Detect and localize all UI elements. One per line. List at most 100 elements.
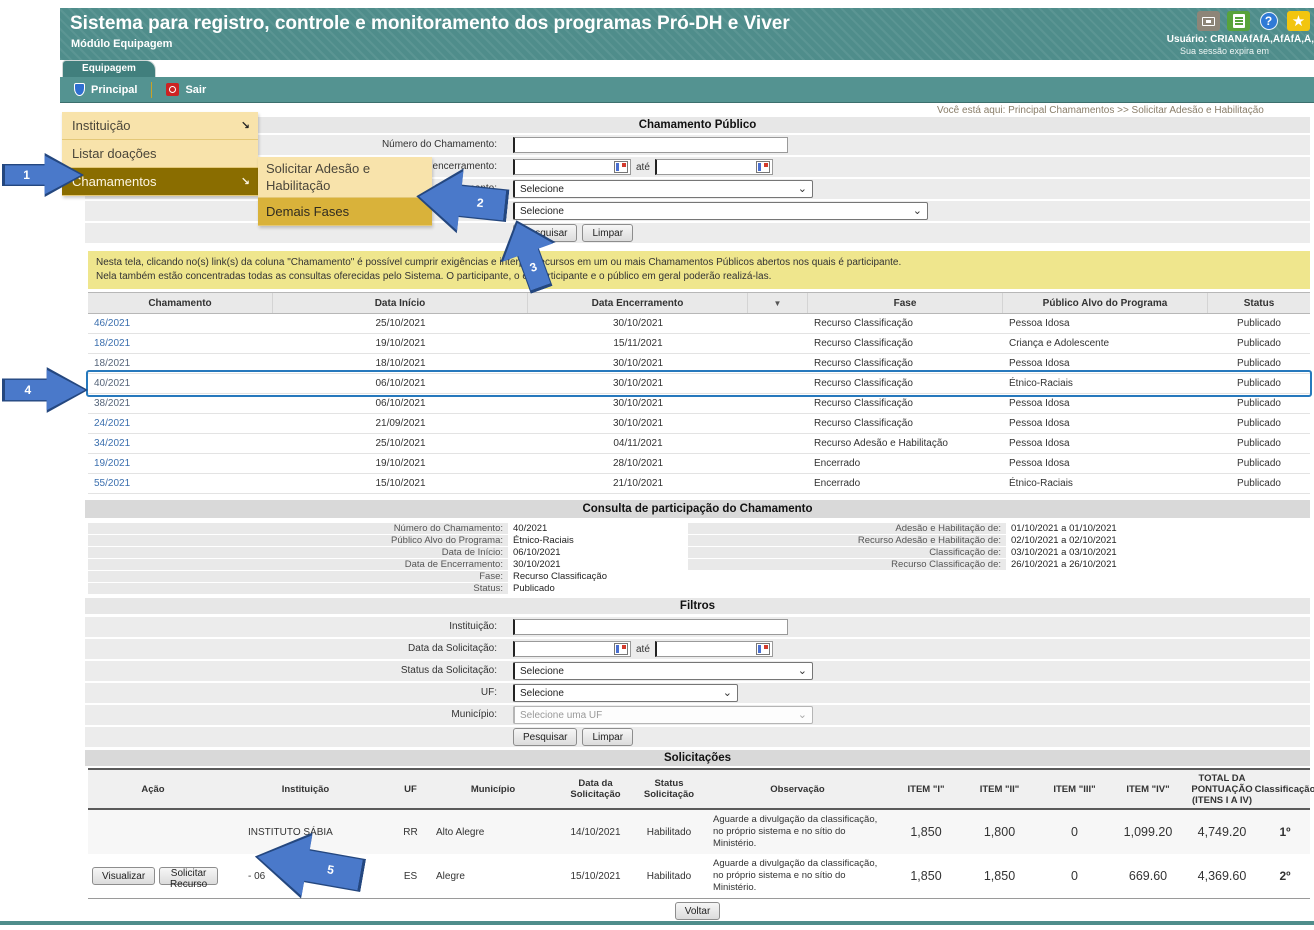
chamamento-link[interactable]: 46/2021 (94, 318, 130, 329)
menubar-sair[interactable]: Sair (152, 77, 220, 102)
manual-icon[interactable] (1227, 11, 1250, 31)
chevron-down-icon: ⌄ (797, 665, 807, 677)
detail-row: Classificação de: 03/10/2021 a 03/10/2021 (88, 547, 1310, 558)
uf-label: UF: (480, 687, 497, 698)
principal-label: Principal (91, 83, 138, 96)
breadcrumb: Você está aqui: Principal Chamamentos >>… (937, 105, 1264, 116)
table-row: 34/2021 25/10/2021 04/11/2021 Recurso Ad… (88, 434, 1310, 454)
menu-item-instituicao[interactable]: Instituição ↘ (62, 112, 258, 140)
limpar-button[interactable]: Limpar (582, 224, 634, 242)
chevron-down-icon: ⌄ (912, 205, 922, 217)
filter-row-municipio: Município: Selecione uma UF ⌄ (85, 705, 1310, 725)
uf-select[interactable]: Selecione ⌄ (513, 684, 738, 702)
fase-chamamento-select[interactable]: Selecione ⌄ (513, 202, 928, 220)
data-solicitacao-de-input[interactable] (513, 641, 631, 657)
sair-label: Sair (185, 83, 207, 96)
chamamento-link[interactable]: 34/2021 (94, 438, 130, 449)
menubar: Principal Sair (60, 77, 1314, 103)
col-chamamento[interactable]: Chamamento (88, 293, 273, 313)
calendar-icon[interactable] (614, 161, 628, 173)
col-data-encerramento[interactable]: Data Encerramento (528, 293, 748, 313)
app-title: Sistema para registro, controle e monito… (70, 13, 790, 34)
table-row-highlighted: 40/2021 06/10/2021 30/10/2021 Recurso Cl… (88, 374, 1310, 394)
chevron-down-icon: ⌄ (797, 709, 807, 721)
sort-indicator-icon[interactable]: ▼ (748, 293, 808, 313)
col-fase[interactable]: Fase (808, 293, 1003, 313)
calendar-icon[interactable] (755, 643, 770, 655)
col-data-inicio[interactable]: Data Início (273, 293, 528, 313)
submenu-arrow-icon: ↘ (240, 120, 250, 132)
instituicao-label: Instituição: (449, 621, 497, 632)
table-row: 55/2021 15/10/2021 21/10/2021 Encerrado … (88, 474, 1310, 494)
data-encerramento-de-input[interactable] (513, 159, 631, 175)
submenu-item-solicitar-adesao[interactable]: Solicitar Adesão e Habilitação (258, 157, 432, 198)
chamamento-link[interactable]: 19/2021 (94, 458, 130, 469)
menu-item-listar-doacoes[interactable]: Listar doações (62, 140, 258, 168)
filter-row-buttons: Pesquisar Limpar (85, 727, 1310, 747)
chamamento-link[interactable]: 40/2021 (94, 378, 130, 389)
chamamento-link[interactable]: 55/2021 (94, 478, 130, 489)
chamamento-publico-title: Chamamento Público (85, 117, 1310, 133)
solicitacoes-table-header: Ação Instituição UF Município Data da So… (88, 768, 1314, 810)
data-solicitacao-ate-input[interactable] (654, 641, 773, 657)
app-header: Sistema para registro, controle e monito… (60, 8, 1314, 60)
menu-item-chamamentos[interactable]: Chamamentos ↘ (62, 168, 258, 196)
footer-accent-line (0, 921, 1314, 925)
filter-row-instituicao: Instituição: (85, 617, 1310, 637)
visualizar-button[interactable]: Visualizar (92, 867, 156, 885)
submenu-item-demais-fases[interactable]: Demais Fases (258, 198, 432, 226)
detail-row: Recurso Classificação de: 26/10/2021 a 26… (88, 559, 1310, 570)
help-icon[interactable]: ? (1257, 11, 1280, 31)
tab-equipagem[interactable]: Equipagem (62, 60, 156, 77)
municipio-select[interactable]: Selecione uma UF ⌄ (513, 706, 813, 724)
filter-row-status: Status da Solicitação: Selecione ⌄ (85, 661, 1310, 681)
chamamentos-submenu: Solicitar Adesão e Habilitação Demais Fa… (258, 157, 432, 226)
ate-label: até (636, 161, 650, 173)
consulta-title: Consulta de participação do Chamamento (85, 500, 1310, 518)
menubar-principal[interactable]: Principal (60, 77, 151, 102)
form-row-numero: Número do Chamamento: (85, 135, 1310, 155)
ate-label: até (636, 643, 650, 655)
table-row: 19/2021 19/10/2021 28/10/2021 Encerrado … (88, 454, 1310, 474)
chamamento-link[interactable]: 24/2021 (94, 418, 130, 429)
info-banner: Nesta tela, clicando no(s) link(s) da co… (88, 251, 1310, 289)
chamamento-link[interactable]: 38/2021 (94, 398, 130, 409)
filtros-pesquisar-button[interactable]: Pesquisar (513, 728, 578, 746)
table-row: 24/2021 21/09/2021 30/10/2021 Recurso Cl… (88, 414, 1310, 434)
detail-row: Status: Publicado (88, 583, 1310, 594)
chamamento-link[interactable]: 18/2021 (94, 338, 130, 349)
col-publico-alvo[interactable]: Público Alvo do Programa (1003, 293, 1208, 313)
filtros-limpar-button[interactable]: Limpar (582, 728, 634, 746)
voltar-button[interactable]: Voltar (674, 902, 721, 920)
logout-icon (166, 83, 180, 96)
annotation-arrow-4: 4 (2, 364, 88, 416)
header-icon-bar: ? ★ (1197, 11, 1310, 31)
status-chamamento-select[interactable]: Selecione ⌄ (513, 180, 813, 198)
col-status[interactable]: Status (1208, 293, 1310, 313)
calendar-icon[interactable] (755, 161, 770, 173)
numero-chamamento-input[interactable] (513, 137, 788, 153)
data-encerramento-ate-input[interactable] (654, 159, 773, 175)
solicitar-recurso-button[interactable]: Solicitar Recurso (159, 867, 218, 890)
filter-row-uf: UF: Selecione ⌄ (85, 683, 1310, 703)
detail-row: Recurso Adesão e Habilitação de: 02/10/20… (88, 535, 1310, 546)
solicitacoes-table: Ação Instituição UF Município Data da So… (88, 768, 1314, 898)
table-row: 46/2021 25/10/2021 30/10/2021 Recurso Cl… (88, 314, 1310, 334)
municipio-label: Município: (451, 709, 497, 720)
favorites-star-icon[interactable]: ★ (1287, 11, 1310, 31)
submenu-arrow-icon: ↘ (240, 176, 250, 188)
chevron-down-icon: ⌄ (797, 183, 807, 195)
chamamentos-table: Chamamento Data Início Data Encerramento… (88, 292, 1310, 494)
form-row-buttons: Pesquisar Limpar (85, 223, 1310, 243)
chamamento-link[interactable]: 18/2021 (94, 358, 130, 369)
calendar-icon[interactable] (614, 643, 628, 655)
modules-icon[interactable] (1197, 11, 1220, 31)
table-row: INSTITUTO SÁBIA RR Alto Alegre 14/10/202… (88, 810, 1310, 854)
table-row: Visualizar Solicitar Recurso - 06 ES Ale… (88, 854, 1310, 898)
status-solicitacao-select[interactable]: Selecione ⌄ (513, 662, 813, 680)
shield-icon (74, 83, 85, 96)
instituicao-input[interactable] (513, 619, 788, 635)
detail-row: Adesão e Habilitação de: 01/10/2021 a 01/… (88, 523, 1310, 534)
pesquisar-button[interactable]: Pesquisar (513, 224, 578, 242)
table-bottom-rule (88, 898, 1310, 899)
